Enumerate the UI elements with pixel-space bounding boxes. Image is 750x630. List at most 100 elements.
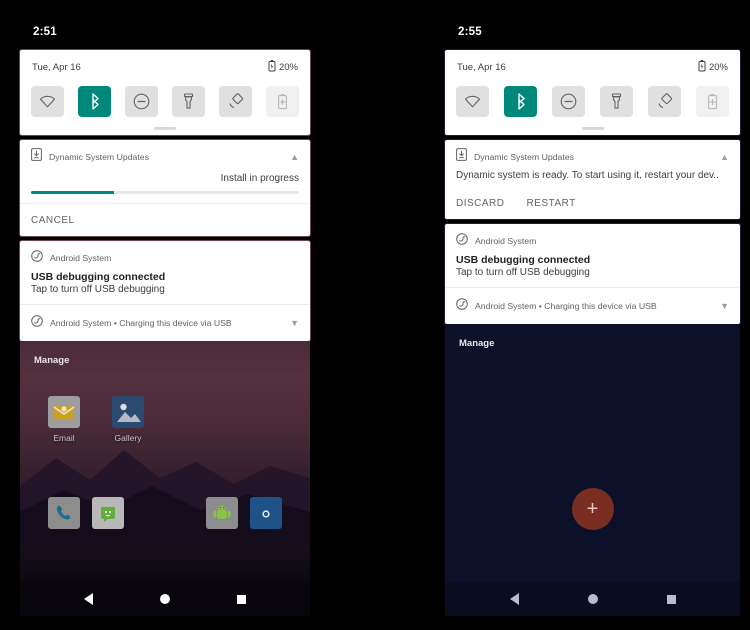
wifi-icon bbox=[39, 95, 56, 108]
phone-icon bbox=[48, 497, 80, 529]
left-usb-header: Android System bbox=[20, 241, 310, 271]
discard-button[interactable]: DISCARD bbox=[456, 198, 505, 209]
camera-icon bbox=[250, 497, 282, 529]
battery-saver-icon bbox=[277, 93, 288, 110]
right-status-clock: 2:55 bbox=[458, 26, 482, 38]
android-system-icon bbox=[31, 249, 43, 267]
left-battery-percent: 20% bbox=[278, 62, 298, 73]
left-dsu-actions: CANCEL bbox=[20, 203, 310, 236]
dock-camera[interactable] bbox=[244, 497, 288, 534]
do-not-disturb-icon bbox=[560, 93, 577, 110]
right-system-notification-group[interactable]: Android System USB debugging connected T… bbox=[445, 224, 740, 324]
left-qs-tiles bbox=[20, 77, 310, 121]
back-icon[interactable] bbox=[83, 593, 93, 605]
flashlight-icon bbox=[183, 93, 194, 110]
right-dsu-app-name: Dynamic System Updates bbox=[474, 152, 574, 162]
bluetooth-tile[interactable] bbox=[504, 86, 537, 117]
right-charging-notification[interactable]: Android System • Charging this device vi… bbox=[445, 288, 740, 324]
chevron-up-icon[interactable]: ▲ bbox=[290, 152, 299, 162]
flashlight-tile[interactable] bbox=[600, 86, 633, 117]
app-email-label: Email bbox=[53, 433, 75, 443]
back-icon[interactable] bbox=[509, 593, 519, 605]
right-shade-drag-handle[interactable] bbox=[445, 121, 740, 135]
left-shade-drag-handle[interactable] bbox=[20, 121, 310, 135]
auto-rotate-icon bbox=[227, 93, 244, 110]
battery-charging-icon bbox=[268, 60, 276, 75]
auto-rotate-icon bbox=[656, 93, 673, 110]
left-qs-header: Tue, Apr 16 20% bbox=[20, 50, 310, 77]
app-email[interactable]: Email bbox=[42, 396, 86, 443]
recents-icon[interactable] bbox=[666, 594, 676, 604]
wifi-tile[interactable] bbox=[456, 86, 489, 117]
system-update-icon bbox=[31, 148, 42, 166]
right-dsu-header: Dynamic System Updates ▲ bbox=[445, 140, 740, 170]
right-battery-percent: 20% bbox=[708, 62, 728, 73]
battery-charging-icon bbox=[698, 60, 706, 75]
app-gallery-label: Gallery bbox=[114, 433, 142, 443]
home-icon[interactable] bbox=[159, 594, 170, 604]
right-usb-header: Android System bbox=[445, 224, 740, 254]
bluetooth-tile[interactable] bbox=[78, 86, 111, 117]
right-usb-title: USB debugging connected bbox=[456, 254, 591, 266]
right-usb-text: Tap to turn off USB debugging bbox=[456, 267, 590, 278]
right-qs-battery: 20% bbox=[698, 60, 728, 75]
left-status-clock: 2:51 bbox=[33, 26, 57, 38]
battery-saver-tile[interactable] bbox=[696, 86, 729, 117]
system-update-icon bbox=[456, 148, 467, 166]
right-manage-row[interactable]: Manage bbox=[445, 324, 740, 357]
do-not-disturb-tile[interactable] bbox=[125, 86, 158, 117]
screenshot-stage: 2:51 Tue, Apr 16 20% Dynamic System Upda… bbox=[0, 0, 750, 630]
cancel-button[interactable]: CANCEL bbox=[31, 215, 75, 226]
restart-button[interactable]: RESTART bbox=[527, 198, 576, 209]
right-qs-tiles bbox=[445, 77, 740, 121]
add-fab-button[interactable]: + bbox=[571, 488, 614, 530]
left-usb-text: Tap to turn off USB debugging bbox=[31, 284, 165, 295]
right-dsu-notification[interactable]: Dynamic System Updates ▲ Dynamic system … bbox=[445, 140, 740, 219]
left-manage-label: Manage bbox=[34, 355, 70, 366]
left-qs-date: Tue, Apr 16 bbox=[32, 62, 81, 73]
battery-saver-icon bbox=[707, 93, 718, 110]
dock-play-store[interactable] bbox=[200, 497, 244, 534]
left-charging-app-name: Android System • Charging this device vi… bbox=[50, 318, 232, 328]
left-dsu-header: Dynamic System Updates ▲ bbox=[20, 140, 310, 170]
flashlight-tile[interactable] bbox=[172, 86, 205, 117]
right-home-screen: Manage + bbox=[445, 324, 740, 582]
wifi-tile[interactable] bbox=[31, 86, 64, 117]
left-usb-body: USB debugging connected Tap to turn off … bbox=[20, 271, 310, 304]
left-qs-battery: 20% bbox=[268, 60, 298, 75]
chevron-down-icon[interactable]: ▼ bbox=[290, 318, 299, 328]
play-store-icon bbox=[206, 497, 238, 529]
right-quick-settings-panel[interactable]: Tue, Apr 16 20% bbox=[445, 50, 740, 135]
wifi-icon bbox=[464, 95, 481, 108]
right-qs-date: Tue, Apr 16 bbox=[457, 62, 506, 73]
dock-messaging[interactable] bbox=[86, 497, 130, 534]
left-quick-settings-panel[interactable]: Tue, Apr 16 20% bbox=[20, 50, 310, 135]
chevron-up-icon[interactable]: ▲ bbox=[720, 152, 729, 162]
gallery-icon bbox=[112, 396, 144, 428]
messaging-icon bbox=[92, 497, 124, 529]
right-manage-label: Manage bbox=[459, 338, 495, 349]
left-charging-notification[interactable]: Android System • Charging this device vi… bbox=[20, 305, 310, 341]
auto-rotate-tile[interactable] bbox=[648, 86, 681, 117]
home-icon[interactable] bbox=[587, 594, 598, 604]
right-status-bar: 2:55 bbox=[445, 14, 740, 50]
right-navigation-bar bbox=[445, 582, 740, 616]
left-dsu-body: Install in progress bbox=[20, 170, 310, 203]
auto-rotate-tile[interactable] bbox=[219, 86, 252, 117]
left-manage-row[interactable]: Manage bbox=[20, 341, 310, 374]
left-dsu-app-name: Dynamic System Updates bbox=[49, 152, 149, 162]
chevron-down-icon[interactable]: ▼ bbox=[720, 301, 729, 311]
do-not-disturb-tile[interactable] bbox=[552, 86, 585, 117]
left-system-notification-group[interactable]: Android System USB debugging connected T… bbox=[20, 241, 310, 341]
left-dsu-progress-bar bbox=[31, 191, 299, 194]
battery-saver-tile[interactable] bbox=[266, 86, 299, 117]
dock-phone[interactable] bbox=[42, 497, 86, 534]
app-gallery[interactable]: Gallery bbox=[106, 396, 150, 443]
left-dock bbox=[20, 497, 310, 534]
right-device-frame: 2:55 Tue, Apr 16 20% Dynamic System Upda… bbox=[445, 14, 740, 616]
recents-icon[interactable] bbox=[237, 594, 247, 604]
android-system-icon bbox=[456, 232, 468, 250]
left-dsu-notification[interactable]: Dynamic System Updates ▲ Install in prog… bbox=[20, 140, 310, 236]
flashlight-icon bbox=[611, 93, 622, 110]
bluetooth-icon bbox=[89, 93, 101, 110]
